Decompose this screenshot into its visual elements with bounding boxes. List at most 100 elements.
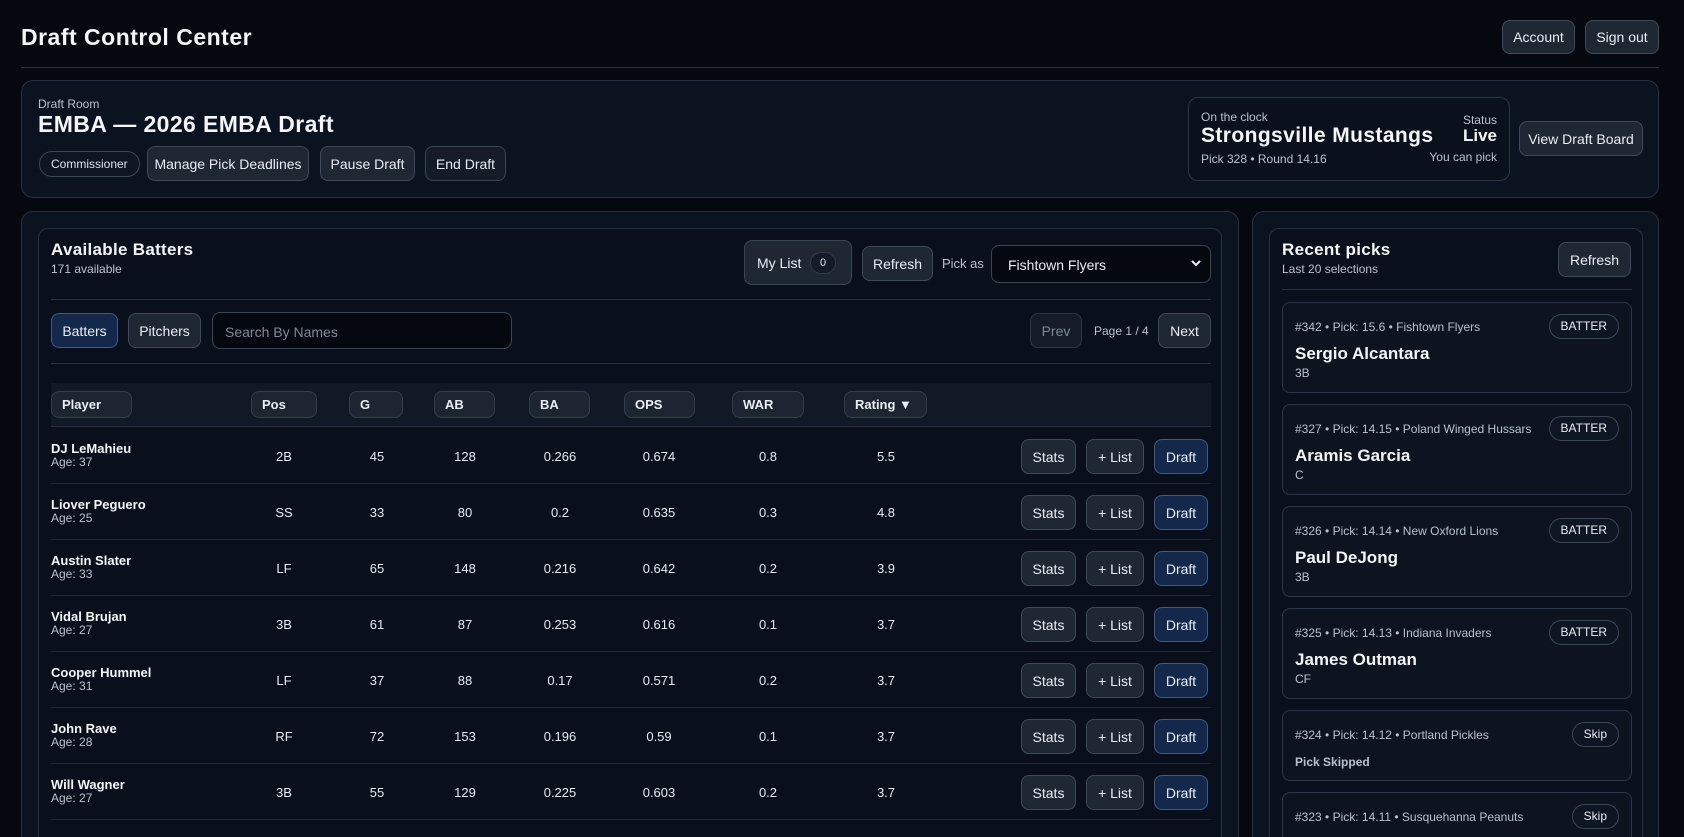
table-row: Vidal Brujan Age: 27 3B 61 87 0.253 0.616 0.1 3.…	[51, 596, 1211, 652]
cell-ops: 0.616	[642, 617, 676, 632]
cell-pos: RF	[275, 729, 293, 744]
cell-ab: 80	[457, 505, 473, 520]
draft-room-panel: Draft Room EMBA — 2026 EMBA Draft Commis…	[21, 80, 1659, 198]
player-name: Vidal Brujan	[51, 609, 127, 624]
on-the-clock-team: Strongsville Mustangs	[1201, 124, 1434, 147]
pause-draft-button[interactable]: Pause Draft	[320, 146, 415, 181]
cell-rating: 4.8	[876, 505, 896, 520]
cell-war: 0.1	[758, 729, 778, 744]
pick-as-label: Pick as	[942, 256, 984, 271]
prev-page-button[interactable]: Prev	[1030, 313, 1082, 348]
draft-button[interactable]: Draft	[1154, 551, 1208, 586]
player-name: DJ LeMahieu	[51, 441, 132, 456]
picked-player-position: 3B	[1295, 366, 1310, 380]
divider	[51, 299, 1211, 300]
cell-pos: 3B	[276, 617, 292, 632]
pick-type-badge: BATTER	[1548, 314, 1619, 339]
player-name: Cooper Hummel	[51, 665, 152, 680]
player-name: Liover Peguero	[51, 497, 146, 512]
pick-type-badge: Skip	[1571, 804, 1619, 829]
chevron-down-icon	[1190, 257, 1202, 272]
add-to-list-button[interactable]: + List	[1086, 775, 1144, 810]
next-page-button[interactable]: Next	[1158, 313, 1211, 348]
sign-out-button[interactable]: Sign out	[1585, 20, 1659, 54]
pick-type-badge: BATTER	[1548, 416, 1619, 441]
add-to-list-button[interactable]: + List	[1086, 607, 1144, 642]
cell-ops: 0.642	[642, 561, 676, 576]
refresh-recent-button[interactable]: Refresh	[1558, 242, 1631, 277]
column-header-ops[interactable]: OPS	[624, 391, 695, 418]
column-header-player[interactable]: Player	[51, 391, 132, 418]
stats-button[interactable]: Stats	[1021, 663, 1076, 698]
player-age: Age: 37	[51, 455, 93, 469]
cell-ops: 0.59	[646, 729, 672, 744]
table-row: DJ LeMahieu Age: 37 2B 45 128 0.266 0.674 0.8 5.…	[51, 428, 1211, 484]
add-to-list-button[interactable]: + List	[1086, 719, 1144, 754]
recent-picks-title: Recent picks	[1282, 240, 1391, 259]
cell-pos: 2B	[276, 449, 292, 464]
account-button[interactable]: Account	[1502, 20, 1575, 54]
players-panel: Available Batters 171 available My List …	[21, 211, 1239, 837]
add-to-list-button[interactable]: + List	[1086, 663, 1144, 698]
players-card: Available Batters 171 available My List …	[38, 228, 1222, 837]
cell-ba: 0.2	[550, 505, 570, 520]
my-list-label: My List	[757, 255, 802, 271]
stats-button[interactable]: Stats	[1021, 495, 1076, 530]
cell-war: 0.8	[758, 449, 778, 464]
cell-ab: 129	[454, 785, 476, 800]
recent-pick-card: #324 • Pick: 14.12 • Portland Pickles Ski…	[1282, 710, 1632, 781]
status-value: Live	[1462, 126, 1497, 145]
cell-ab: 128	[454, 449, 476, 464]
manage-pick-deadlines-button[interactable]: Manage Pick Deadlines	[147, 146, 309, 181]
stats-button[interactable]: Stats	[1021, 607, 1076, 642]
draft-button[interactable]: Draft	[1154, 775, 1208, 810]
column-header-ab[interactable]: AB	[434, 391, 495, 418]
player-name: Will Wagner	[51, 777, 125, 792]
add-to-list-button[interactable]: + List	[1086, 551, 1144, 586]
tab-pitchers[interactable]: Pitchers	[128, 313, 201, 348]
stats-button[interactable]: Stats	[1021, 439, 1076, 474]
pick-meta: #324 • Pick: 14.12 • Portland Pickles	[1295, 728, 1489, 742]
refresh-players-button[interactable]: Refresh	[862, 246, 933, 281]
draft-button[interactable]: Draft	[1154, 607, 1208, 642]
player-age: Age: 33	[51, 567, 93, 581]
stats-button[interactable]: Stats	[1021, 551, 1076, 586]
draft-button[interactable]: Draft	[1154, 663, 1208, 698]
recent-picks-card: Recent picks Last 20 selections Refresh …	[1269, 228, 1643, 837]
draft-title: EMBA — 2026 EMBA Draft	[38, 111, 334, 137]
cell-war: 0.3	[758, 505, 778, 520]
status-note: You can pick	[1429, 150, 1497, 164]
stats-button[interactable]: Stats	[1021, 775, 1076, 810]
pick-as-team-select[interactable]: Fishtown Flyers	[991, 245, 1211, 283]
divider	[51, 363, 1211, 364]
draft-button[interactable]: Draft	[1154, 495, 1208, 530]
column-header-war[interactable]: WAR	[732, 391, 804, 418]
column-header-rating[interactable]: Rating ▼	[844, 391, 927, 418]
tab-batters[interactable]: Batters	[51, 313, 118, 348]
column-header-ba[interactable]: BA	[529, 391, 590, 418]
my-list-button[interactable]: My List 0	[744, 240, 852, 285]
cell-g: 61	[369, 617, 385, 632]
column-header-pos[interactable]: Pos	[251, 391, 317, 418]
draft-button[interactable]: Draft	[1154, 719, 1208, 754]
search-input[interactable]: Search By Names	[212, 312, 512, 349]
draft-button[interactable]: Draft	[1154, 439, 1208, 474]
cell-pos: 3B	[276, 785, 292, 800]
add-to-list-button[interactable]: + List	[1086, 439, 1144, 474]
view-draft-board-button[interactable]: View Draft Board	[1519, 121, 1643, 156]
add-to-list-button[interactable]: + List	[1086, 495, 1144, 530]
column-header-g[interactable]: G	[349, 391, 403, 418]
page-indicator: Page 1 / 4	[1094, 324, 1149, 338]
stats-button[interactable]: Stats	[1021, 719, 1076, 754]
cell-ba: 0.216	[543, 561, 577, 576]
cell-rating: 5.5	[876, 449, 896, 464]
cell-ops: 0.674	[642, 449, 676, 464]
table-row: Liover Peguero Age: 25 SS 33 80 0.2 0.635 0.3 4.…	[51, 484, 1211, 540]
cell-g: 45	[369, 449, 385, 464]
cell-ab: 87	[457, 617, 473, 632]
end-draft-button[interactable]: End Draft	[425, 146, 506, 181]
table-header: Player Pos G AB BA OPS WAR Rating ▼	[51, 383, 1211, 427]
pick-meta: #327 • Pick: 14.15 • Poland Winged Hussa…	[1295, 422, 1532, 436]
cell-ba: 0.17	[547, 673, 573, 688]
recent-pick-card: #323 • Pick: 14.11 • Susquehanna Peanuts…	[1282, 792, 1632, 837]
